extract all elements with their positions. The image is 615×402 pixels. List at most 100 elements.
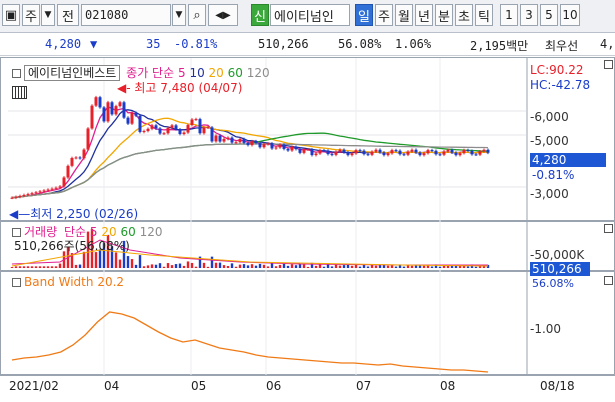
ytick-5000: -5,000 xyxy=(530,134,569,148)
candle-body xyxy=(14,196,18,198)
volume-bar xyxy=(50,266,54,268)
candle-body xyxy=(50,188,54,190)
volume-bar xyxy=(74,264,78,268)
bandwidth-toggle-icon[interactable] xyxy=(12,278,21,287)
volume-bar xyxy=(226,265,230,268)
volume-bar xyxy=(466,266,470,268)
volume-bar xyxy=(374,265,378,268)
candle-body xyxy=(210,127,214,142)
volume-bar xyxy=(330,266,334,268)
candle-body xyxy=(122,102,126,118)
candle-body xyxy=(474,154,478,156)
ma5-label: 5 xyxy=(177,66,186,80)
volume-panel-close-icon[interactable] xyxy=(604,224,613,233)
candle-body xyxy=(202,127,206,134)
xlabel-1: 04 xyxy=(104,379,120,393)
volume-bar xyxy=(254,265,258,268)
bandwidth-value: 20.2 xyxy=(97,275,125,289)
volume-bar xyxy=(358,266,362,268)
candle-body xyxy=(374,149,378,152)
candle-body xyxy=(482,149,486,152)
candle-body xyxy=(310,149,314,156)
high-note: 최고 7,480 (04/07) xyxy=(134,81,243,95)
candle-body xyxy=(74,157,78,159)
candle-body xyxy=(190,119,194,126)
candle-body xyxy=(102,107,106,122)
volume-bar xyxy=(350,265,354,268)
candle-body xyxy=(402,154,406,156)
candle-body xyxy=(134,112,138,116)
volume-bar xyxy=(118,259,122,268)
candle-body xyxy=(270,143,274,149)
candle-body xyxy=(330,154,334,156)
candle-body xyxy=(58,186,62,188)
candle-body xyxy=(146,128,150,132)
candle-body xyxy=(282,144,286,149)
candle-body xyxy=(354,150,358,154)
candle-body xyxy=(226,137,230,139)
candle-body xyxy=(334,151,338,155)
volume-bar xyxy=(82,251,86,268)
volume-bar xyxy=(26,266,30,268)
candle-body xyxy=(458,153,462,156)
candle-body xyxy=(30,193,34,195)
volume-bar xyxy=(54,266,58,268)
ytick-6000: -6,000 xyxy=(530,110,569,124)
bandwidth-title: Band Width 20.2 xyxy=(12,275,124,289)
vma120-label: 120 xyxy=(139,225,163,239)
volume-bar xyxy=(258,263,262,268)
candle-body xyxy=(386,153,390,156)
volume-bar xyxy=(166,263,170,268)
volume-bar xyxy=(218,262,222,268)
candle-body xyxy=(294,146,298,150)
candle-body xyxy=(230,137,234,143)
volume-bar xyxy=(334,264,338,268)
volume-bar xyxy=(298,264,302,268)
stock-name-label: 에이티넘인베스트 xyxy=(24,65,121,81)
volume-bar xyxy=(46,266,50,268)
candle-body xyxy=(454,152,458,156)
volume-bar xyxy=(194,266,198,268)
candle-body xyxy=(478,151,482,155)
candle-body xyxy=(242,138,246,143)
volume-bar xyxy=(230,263,234,268)
candle-body xyxy=(430,150,434,152)
candle-body xyxy=(278,144,282,148)
volume-bar xyxy=(354,264,358,268)
candle-body xyxy=(366,154,370,156)
candle-body xyxy=(378,149,382,153)
candle-body xyxy=(38,191,42,193)
volume-bar xyxy=(382,265,386,268)
volume-bar xyxy=(14,266,18,268)
volume-bar xyxy=(306,266,310,268)
candle-body xyxy=(274,147,278,149)
bandwidth-line xyxy=(11,311,489,373)
volume-bar xyxy=(94,252,98,268)
candle-body xyxy=(70,158,74,166)
candle-body xyxy=(78,157,82,159)
volume-toggle-icon[interactable] xyxy=(12,228,21,237)
candle-body xyxy=(138,115,142,132)
xlabel-2: 05 xyxy=(191,379,207,393)
xlabel-0: 2021/02 xyxy=(9,379,59,393)
candle-body xyxy=(442,151,446,155)
volume-bar xyxy=(386,265,390,268)
grid-toggle-icon[interactable] xyxy=(12,86,27,99)
volume-bar xyxy=(174,264,178,268)
candle-body xyxy=(46,189,50,191)
bandwidth-close-icon[interactable] xyxy=(604,276,613,285)
volume-bar xyxy=(38,266,42,268)
candle-body xyxy=(98,97,102,108)
price-panel-close-icon[interactable] xyxy=(604,60,613,69)
candle-body xyxy=(178,129,182,135)
volume-bar xyxy=(322,266,326,268)
volume-current-pct: 56.08% xyxy=(532,277,574,290)
x-axis: 2021/02 04 05 06 07 08 08/18 xyxy=(0,375,615,402)
volume-ytick: -50,000K xyxy=(530,248,585,262)
candle-body xyxy=(130,112,134,124)
panel-toggle-icon[interactable] xyxy=(12,69,21,78)
volume-bar xyxy=(366,266,370,268)
volume-bar xyxy=(210,256,214,268)
volume-bar xyxy=(138,255,142,268)
candle-body xyxy=(406,151,410,155)
